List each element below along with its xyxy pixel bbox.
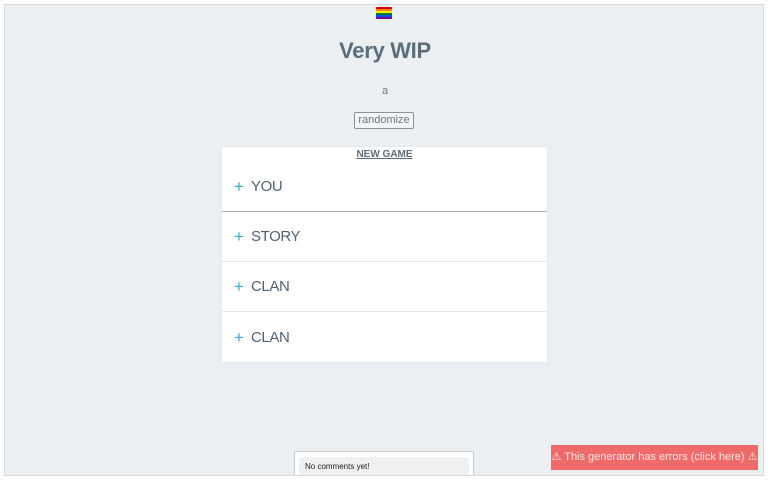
generator-page: Very WIP a randomize NEW GAME + YOU + ST… [4,4,764,476]
randomize-button[interactable]: randomize [354,112,414,129]
section-label: CLAN [251,328,290,346]
page-title: Very WIP [339,38,431,63]
expand-plus-icon: + [234,277,244,296]
section-story[interactable]: + STORY [222,212,547,262]
new-game-link[interactable]: NEW GAME [222,149,547,160]
section-you[interactable]: + YOU [222,162,547,212]
rainbow-flag-icon [376,7,392,19]
section-clan-2[interactable]: + CLAN [222,312,547,362]
expand-plus-icon: + [234,177,244,196]
flag-stripe [376,17,392,19]
expand-plus-icon: + [234,227,244,246]
section-label: STORY [251,228,301,245]
section-clan[interactable]: + CLAN [222,262,547,312]
expand-plus-icon: + [234,327,244,347]
comments-text: No comments yet! [299,457,469,475]
generator-errors-banner[interactable]: ⚠ This generator has errors (click here)… [551,445,758,470]
comments-box: No comments yet! [294,451,474,475]
new-game-panel: NEW GAME + YOU + STORY + CLAN + CLAN [222,147,547,362]
section-label: CLAN [251,278,290,295]
page-subtitle: a [381,85,389,97]
section-label: YOU [251,178,283,195]
